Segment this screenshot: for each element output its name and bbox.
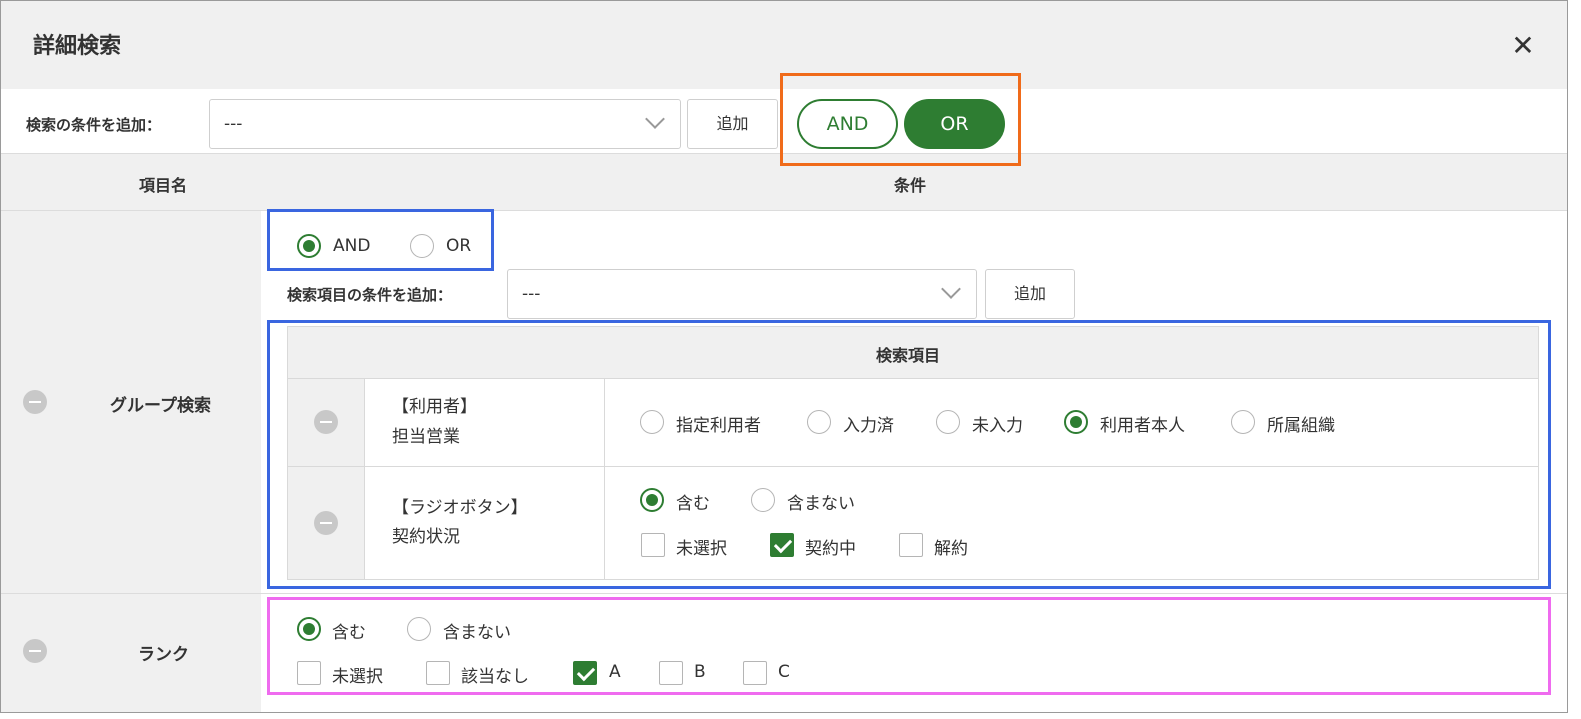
add-condition-label: 検索の条件を追加： bbox=[26, 116, 162, 134]
item-condition-select-value: --- bbox=[522, 284, 541, 304]
item-condition-select[interactable]: --- bbox=[507, 269, 977, 319]
dialog-title: 詳細検索 bbox=[33, 34, 122, 59]
add-condition-button[interactable]: 追加 bbox=[687, 99, 778, 149]
remove-group-icon[interactable] bbox=[23, 390, 47, 414]
rank-label: ランク bbox=[138, 645, 189, 665]
add-item-condition-button[interactable]: 追加 bbox=[985, 269, 1075, 319]
close-icon[interactable]: ✕ bbox=[1508, 31, 1538, 61]
add-item-condition-label: 検索項目の条件を追加： bbox=[287, 286, 453, 304]
highlight-orange-box bbox=[780, 73, 1021, 166]
col-item-name: 項目名 bbox=[139, 176, 188, 195]
highlight-pink-box bbox=[267, 597, 1551, 695]
chevron-down-icon bbox=[645, 109, 665, 129]
chevron-down-icon bbox=[941, 279, 961, 299]
condition-select-value: --- bbox=[224, 114, 243, 134]
highlight-blue-box bbox=[267, 209, 494, 271]
condition-select[interactable]: --- bbox=[209, 99, 681, 149]
group-search-label: グループ検索 bbox=[110, 396, 211, 416]
remove-rank-icon[interactable] bbox=[23, 639, 47, 663]
col-condition: 条件 bbox=[894, 176, 927, 195]
highlight-blue-box bbox=[267, 320, 1551, 589]
